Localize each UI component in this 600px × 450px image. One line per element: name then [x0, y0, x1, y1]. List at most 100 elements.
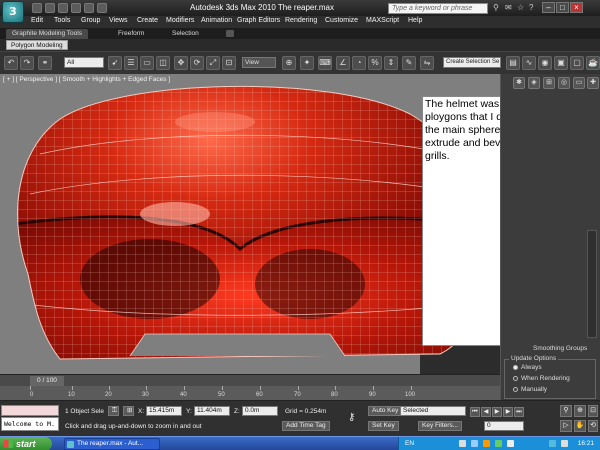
clock[interactable]: 16:21 [578, 440, 594, 447]
menu-group[interactable]: Group [81, 17, 100, 24]
communication-center-icon[interactable]: ✉ [505, 4, 513, 12]
go-to-start-icon[interactable]: ⏮ [470, 407, 480, 417]
utilities-tab-icon[interactable]: ✚ [587, 77, 599, 89]
app-logo-icon[interactable]: 3 [2, 1, 24, 23]
current-frame-field[interactable]: 0 [484, 421, 524, 431]
save-file-icon[interactable] [58, 3, 68, 13]
project-folder-icon[interactable] [97, 3, 107, 13]
redo-icon[interactable]: ↷ [20, 56, 34, 70]
key-filters-button[interactable]: Key Filters... [418, 421, 463, 431]
time-slider[interactable]: 0 / 100 [0, 374, 500, 386]
tab-selection[interactable]: Selection [166, 29, 205, 39]
tray-app-icon[interactable] [507, 440, 514, 447]
track-bar[interactable]: 0 10 20 30 40 50 60 70 80 90 100 [0, 386, 500, 400]
start-button[interactable]: start [0, 437, 52, 450]
next-frame-icon[interactable]: ▶ [503, 407, 513, 417]
select-move-icon[interactable]: ✥ [174, 56, 188, 70]
menu-graph-editors[interactable]: Graph Editors [237, 17, 280, 24]
menu-tools[interactable]: Tools [54, 17, 70, 24]
smoothing-groups-button[interactable]: Smoothing Groups [533, 345, 587, 352]
transform-mode-icon[interactable]: ⊞ [123, 406, 134, 416]
favorites-icon[interactable]: ☆ [517, 4, 525, 12]
quick-render-icon[interactable]: ☕ [586, 56, 600, 70]
play-icon[interactable]: ▶ [492, 407, 502, 417]
menu-maxscript[interactable]: MAXScript [366, 17, 399, 24]
search-input[interactable]: Type a keyword or phrase [388, 3, 488, 14]
z-coordinate-field[interactable]: 0.0m [242, 406, 278, 416]
pan-icon[interactable]: ✋ [574, 420, 586, 432]
named-selection-set-dropdown[interactable]: Create Selection Se [443, 57, 501, 68]
help-icon[interactable]: ? [529, 4, 537, 12]
maxscript-listener-output[interactable] [1, 405, 59, 416]
go-to-end-icon[interactable]: ⏭ [514, 407, 524, 417]
auto-key-button[interactable]: Auto Key [368, 406, 403, 416]
previous-frame-icon[interactable]: ◀ [481, 407, 491, 417]
select-link-icon[interactable]: ⚭ [38, 56, 52, 70]
pivot-center-icon[interactable]: ⊕ [282, 56, 296, 70]
minimize-button[interactable]: – [542, 2, 555, 13]
menu-customize[interactable]: Customize [325, 17, 358, 24]
percent-snap-icon[interactable]: % [368, 56, 382, 70]
menu-animation[interactable]: Animation [201, 17, 232, 24]
keyboard-shortcut-icon[interactable]: ⌨ [318, 56, 332, 70]
create-tab-icon[interactable]: ✱ [513, 77, 525, 89]
zoom-all-icon[interactable]: ⊕ [574, 405, 586, 417]
frame-counter[interactable]: 0 / 100 [30, 376, 64, 386]
maximize-button[interactable]: □ [556, 2, 569, 13]
radio-always[interactable]: Always [513, 364, 542, 371]
tray-app-icon[interactable] [471, 440, 478, 447]
render-frame-icon[interactable]: ▢ [570, 56, 584, 70]
material-editor-icon[interactable]: ◉ [538, 56, 552, 70]
ribbon-toggle-icon[interactable] [226, 30, 234, 37]
key-icon[interactable]: ⚷ [348, 412, 355, 423]
snaps-toggle-icon[interactable]: ∠ [336, 56, 350, 70]
radio-manually[interactable]: Manually [513, 386, 547, 393]
hierarchy-tab-icon[interactable]: ⊞ [543, 77, 555, 89]
select-rotate-icon[interactable]: ⟳ [190, 56, 204, 70]
select-object-icon[interactable]: ➹ [108, 56, 122, 70]
menu-edit[interactable]: Edit [31, 17, 43, 24]
volume-icon[interactable] [561, 440, 568, 447]
modify-tab-icon[interactable]: ◈ [528, 77, 540, 89]
select-manipulate-icon[interactable]: ✦ [300, 56, 314, 70]
reference-icon[interactable]: ⊡ [222, 56, 236, 70]
selection-filter-dropdown[interactable]: All [64, 57, 104, 68]
zoom-icon[interactable]: ⚲ [560, 405, 572, 417]
menu-rendering[interactable]: Rendering [285, 17, 317, 24]
display-tab-icon[interactable]: ▭ [573, 77, 585, 89]
orbit-icon[interactable]: ⟲ [588, 420, 598, 432]
window-crossing-icon[interactable]: ◫ [156, 56, 170, 70]
angle-snap-icon[interactable]: ◔ [352, 56, 366, 70]
y-coordinate-field[interactable]: 11.404m [194, 406, 230, 416]
menu-modifiers[interactable]: Modifiers [166, 17, 194, 24]
mirror-icon[interactable]: ⇋ [420, 56, 434, 70]
radio-when-rendering[interactable]: When Rendering [513, 375, 570, 382]
tab-freeform[interactable]: Freeform [112, 29, 150, 39]
taskbar-item-3dsmax[interactable]: The reaper.max - Aut... [64, 438, 160, 450]
maxscript-mini-listener[interactable]: Welcome to M. [1, 417, 59, 431]
redo-icon[interactable] [84, 3, 94, 13]
tray-app-icon[interactable] [459, 440, 466, 447]
viewport-label[interactable]: [ + ] [ Perspective ] [ Smooth + Highlig… [3, 76, 170, 83]
undo-icon[interactable] [71, 3, 81, 13]
menu-help[interactable]: Help [408, 17, 422, 24]
polygon-modeling-panel[interactable]: Polygon Modeling [6, 40, 68, 50]
add-time-tag-button[interactable]: Add Time Tag [282, 421, 330, 431]
tab-graphite-modeling-tools[interactable]: Graphite Modeling Tools [6, 29, 88, 39]
language-indicator[interactable]: EN [405, 440, 414, 447]
close-button[interactable]: × [570, 2, 583, 13]
set-key-button[interactable]: Set Key [368, 421, 399, 431]
tray-app-icon[interactable] [495, 440, 502, 447]
reference-coordinate-dropdown[interactable]: View [242, 57, 276, 68]
select-scale-icon[interactable]: ⤢ [206, 56, 220, 70]
undo-icon[interactable]: ↶ [4, 56, 18, 70]
select-by-name-icon[interactable]: ☰ [124, 56, 138, 70]
spinner-snap-icon[interactable]: ⇕ [384, 56, 398, 70]
render-setup-icon[interactable]: ▣ [554, 56, 568, 70]
curve-editor-icon[interactable]: ∿ [522, 56, 536, 70]
layer-manager-icon[interactable]: ▤ [506, 56, 520, 70]
field-of-view-icon[interactable]: ▷ [560, 420, 572, 432]
menu-create[interactable]: Create [137, 17, 158, 24]
binoculars-icon[interactable]: ⚲ [493, 4, 501, 12]
zoom-extents-icon[interactable]: ⊡ [588, 405, 598, 417]
